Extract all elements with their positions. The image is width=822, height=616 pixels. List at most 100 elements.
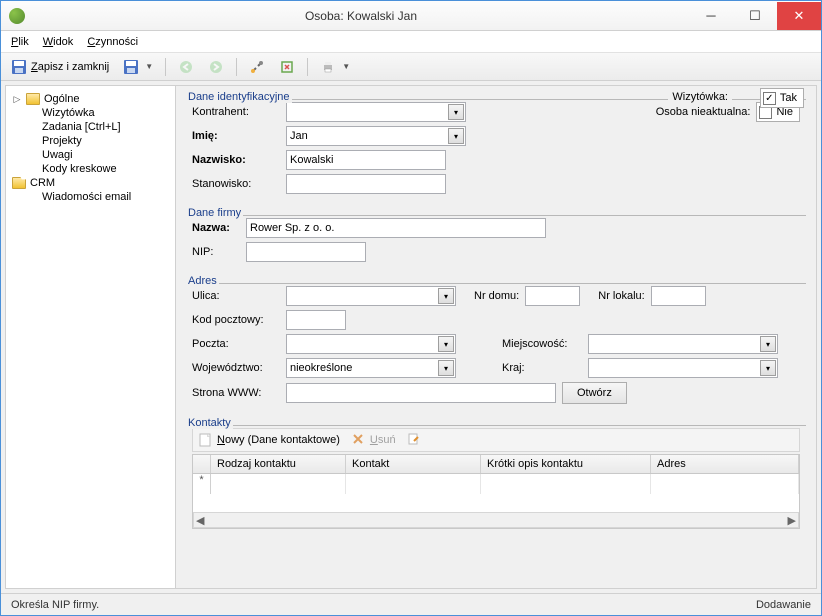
label-country: Kraj: [502,362,582,374]
main-area: ▷Ogólne Wizytówka Zadania [Ctrl+L] Proje… [5,85,817,589]
check-icon: ✓ [763,92,776,105]
input-firstname[interactable]: Jan▾ [286,126,466,146]
input-street[interactable]: ▾ [286,286,456,306]
chevron-down-icon: ▾ [760,336,776,352]
chevron-down-icon: ▾ [438,360,454,376]
app-icon [9,8,25,24]
label-street: Ulica: [192,290,280,302]
menu-file[interactable]: Plik [11,36,29,48]
legend-company: Dane firmy [186,207,243,219]
save-icon [11,59,27,75]
label-post: Poczta: [192,338,280,350]
input-flat[interactable] [651,286,706,306]
table-header: Rodzaj kontaktu Kontakt Krótki opis kont… [193,455,799,474]
input-post[interactable]: ▾ [286,334,456,354]
label-city: Miejscowość: [502,338,582,350]
chevron-down-icon: ▾ [438,336,454,352]
col-desc[interactable]: Krótki opis kontaktu [481,455,651,473]
minimize-button[interactable]: ─ [689,2,733,30]
tools-icon [249,59,265,75]
label-flat: Nr lokalu: [598,290,644,302]
contacts-new-button[interactable]: Nowy (Dane kontaktowe) [199,433,340,447]
legend-address: Adres [186,275,219,287]
status-right: Dodawanie [756,599,811,611]
nav-item-barcodes[interactable]: Kody kreskowe [10,162,171,176]
label-nip: NIP: [192,246,240,258]
col-contact[interactable]: Kontakt [346,455,481,473]
label-house: Nr domu: [474,290,519,302]
nav-item-crm[interactable]: CRM [10,176,171,190]
arrow-left-icon [178,59,194,75]
nav-item-card[interactable]: Wizytówka [10,106,171,120]
input-city[interactable]: ▾ [588,334,778,354]
nav-forward-button[interactable] [204,57,228,77]
titlebar: Osoba: Kowalski Jan ─ ☐ ✕ [1,1,821,31]
chevron-down-icon: ▾ [438,288,454,304]
nav-back-button[interactable] [174,57,198,77]
contacts-delete-button[interactable]: Usuń [352,433,396,447]
checkbox-businesscard[interactable]: ✓Tak [760,88,804,108]
save-button[interactable]: ▼ [119,57,157,77]
nav-item-emails[interactable]: Wiadomości email [10,190,171,204]
group-address: Adres Ulica: ▾ Nr domu: Nr lokalu: Kod p… [186,276,806,414]
input-kontrahent[interactable]: ▾ [286,102,466,122]
label-position: Stanowisko: [192,178,280,190]
input-province[interactable]: nieokreślone▾ [286,358,456,378]
label-postcode: Kod pocztowy: [192,314,280,326]
contacts-toolbar: Nowy (Dane kontaktowe) Usuń [192,428,800,452]
window-title: Osoba: Kowalski Jan [33,9,689,23]
input-postcode[interactable] [286,310,346,330]
edit-icon[interactable] [408,433,422,447]
horizontal-scrollbar[interactable]: ◀▶ [193,512,799,528]
menu-view[interactable]: Widok [43,36,74,48]
document-icon [199,433,213,447]
nav-item-tasks[interactable]: Zadania [Ctrl+L] [10,120,171,134]
folder-open-icon [12,177,26,189]
open-www-button[interactable]: Otwórz [562,382,627,404]
contacts-table: Rodzaj kontaktu Kontakt Krótki opis kont… [192,454,800,529]
input-country[interactable]: ▾ [588,358,778,378]
legend-contacts: Kontakty [186,417,233,429]
print-icon [320,59,336,75]
input-company-name[interactable] [246,218,546,238]
input-position[interactable] [286,174,446,194]
nav-item-general[interactable]: ▷Ogólne [10,92,171,106]
statusbar: Określa NIP firmy. Dodawanie [1,593,821,615]
toolbar: Zapisz i zamknij ▼ ▼ [1,53,821,81]
nav-tree: ▷Ogólne Wizytówka Zadania [Ctrl+L] Proje… [6,86,176,588]
folder-icon [26,93,40,105]
menu-actions[interactable]: Czynności [87,36,138,48]
label-province: Województwo: [192,362,280,374]
group-identity: Dane identyfikacyjne Wizytówka: ✓Tak Kon… [186,92,806,204]
col-type[interactable]: Rodzaj kontaktu [211,455,346,473]
input-house[interactable] [525,286,580,306]
delete-icon [352,433,366,447]
arrow-right-icon [208,59,224,75]
maximize-button[interactable]: ☐ [733,2,777,30]
input-lastname[interactable] [286,150,446,170]
col-addr[interactable]: Adres [651,455,799,473]
label-company-name: Nazwa: [192,222,240,234]
label-inactive: Osoba nieaktualna: [656,106,751,118]
save-icon [123,59,139,75]
tools-button[interactable] [245,57,269,77]
table-row-new[interactable]: * [193,474,799,494]
save-close-button[interactable]: Zapisz i zamknij [7,57,113,77]
chevron-down-icon: ▾ [760,360,776,376]
print-button[interactable]: ▼ [316,57,354,77]
nav-item-notes[interactable]: Uwagi [10,148,171,162]
group-contacts: Kontakty Nowy (Dane kontaktowe) Usuń Rod… [186,418,806,529]
input-www[interactable] [286,383,556,403]
label-kontrahent: Kontrahent: [192,106,280,118]
content-panel: Dane identyfikacyjne Wizytówka: ✓Tak Kon… [176,86,816,588]
close-button[interactable]: ✕ [777,2,821,30]
status-left: Określa NIP firmy. [11,599,99,611]
label-www: Strona WWW: [192,387,280,399]
save-close-label: Zapisz i zamknij [31,61,109,73]
input-nip[interactable] [246,242,366,262]
refresh-button[interactable] [275,57,299,77]
group-company: Dane firmy Nazwa: NIP: [186,208,806,272]
refresh-icon [279,59,295,75]
nav-item-projects[interactable]: Projekty [10,134,171,148]
chevron-down-icon: ▾ [448,104,464,120]
